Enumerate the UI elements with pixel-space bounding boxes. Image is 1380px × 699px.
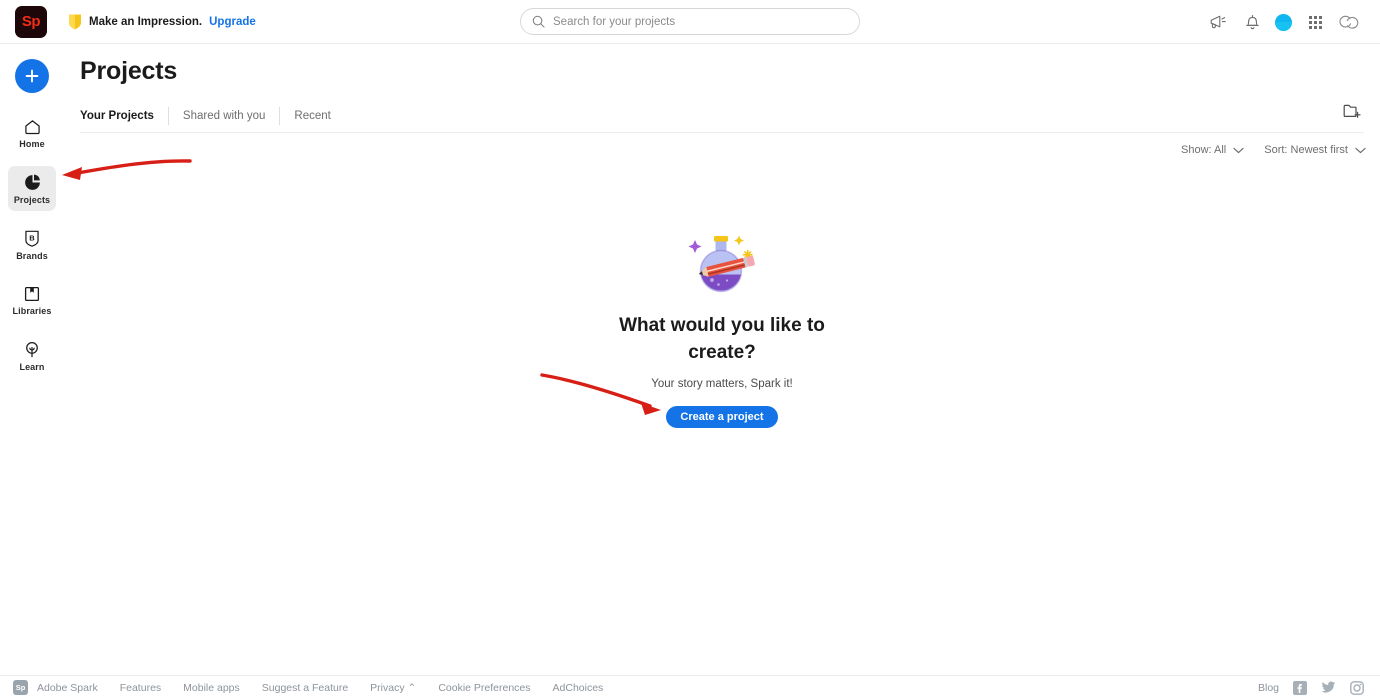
footer-link-cookie-preferences[interactable]: Cookie Preferences	[438, 682, 530, 694]
upgrade-promo[interactable]: Make an Impression. Upgrade	[68, 13, 256, 30]
sidebar-item-learn[interactable]: Learn	[8, 333, 56, 378]
sidebar-item-home[interactable]: Home	[8, 111, 56, 155]
footer-spark-logo: Sp	[13, 680, 28, 695]
footer-link-adobe-spark[interactable]: Adobe Spark	[37, 682, 98, 694]
app-grid-icon[interactable]	[1304, 11, 1326, 33]
search-input[interactable]	[553, 15, 823, 28]
filter-controls: Show: All Sort: Newest first	[1181, 144, 1366, 156]
footer-social: Blog	[1258, 680, 1364, 695]
sort-filter-dropdown[interactable]: Sort: Newest first	[1264, 144, 1366, 156]
tab-shared-with-you[interactable]: Shared with you	[169, 109, 279, 123]
footer-link-features[interactable]: Features	[120, 682, 161, 694]
shield-icon	[69, 14, 81, 30]
bell-icon[interactable]	[1241, 11, 1263, 33]
libraries-book-icon	[24, 286, 40, 302]
upgrade-link[interactable]: Upgrade	[209, 16, 256, 28]
promo-text: Make an Impression.	[89, 15, 203, 28]
sidebar-item-label: Home	[19, 139, 45, 149]
projects-icon	[24, 174, 40, 190]
sidebar-item-libraries[interactable]: Libraries	[8, 278, 56, 322]
search-box[interactable]	[520, 8, 860, 35]
user-avatar[interactable]	[1275, 13, 1292, 31]
adobe-spark-logo[interactable]: Sp	[15, 5, 47, 38]
create-new-plus-button[interactable]	[15, 59, 49, 93]
svg-text:B: B	[29, 234, 35, 243]
sidebar-item-label: Brands	[16, 251, 48, 261]
show-filter-label: Show: All	[1181, 144, 1227, 156]
footer-link-privacy[interactable]: Privacy ⌃	[370, 682, 416, 694]
footer-link-suggest-a-feature[interactable]: Suggest a Feature	[262, 682, 348, 694]
main-content: Projects Your Projects Shared with you R…	[64, 44, 1380, 675]
brands-shield-icon: B	[25, 230, 39, 247]
sidebar-item-label: Libraries	[12, 306, 52, 316]
tab-recent[interactable]: Recent	[280, 109, 344, 123]
footer-link-adchoices[interactable]: AdChoices	[553, 682, 604, 694]
footer-links: Sp Adobe Spark Features Mobile apps Sugg…	[13, 680, 603, 695]
sidebar-item-label: Projects	[13, 195, 51, 205]
left-sidebar: Home Projects B Brands Libraries Learn	[0, 44, 64, 675]
empty-state: What would you like to create? Your stor…	[64, 230, 1380, 428]
twitter-icon[interactable]	[1321, 681, 1336, 694]
show-filter-dropdown[interactable]: Show: All	[1181, 144, 1244, 156]
chevron-down-icon	[1355, 147, 1366, 153]
footer: Sp Adobe Spark Features Mobile apps Sugg…	[0, 675, 1380, 699]
megaphone-icon[interactable]	[1207, 11, 1229, 33]
create-a-project-button[interactable]: Create a project	[666, 406, 778, 428]
empty-state-title: What would you like to create?	[619, 315, 825, 363]
footer-link-blog[interactable]: Blog	[1258, 682, 1279, 694]
chevron-down-icon	[1233, 147, 1244, 153]
tab-your-projects[interactable]: Your Projects	[80, 109, 168, 123]
flask-and-pencil-illustration	[688, 235, 755, 293]
top-bar: Sp Make an Impression. Upgrade	[0, 0, 1380, 44]
facebook-icon[interactable]	[1293, 680, 1307, 695]
top-bar-icons	[1207, 0, 1360, 44]
tab-bar-divider	[80, 132, 1364, 133]
sidebar-item-projects[interactable]: Projects	[8, 166, 56, 211]
new-folder-icon[interactable]	[1341, 100, 1363, 122]
search-container	[520, 8, 860, 35]
learn-lightbulb-icon	[26, 341, 38, 358]
sort-filter-label: Sort: Newest first	[1264, 144, 1348, 156]
search-icon	[532, 15, 545, 28]
footer-link-mobile-apps[interactable]: Mobile apps	[183, 682, 240, 694]
empty-state-subtitle: Your story matters, Spark it!	[651, 378, 793, 390]
sidebar-item-brands[interactable]: B Brands	[8, 222, 56, 267]
page-title: Projects	[80, 57, 178, 85]
tab-bar: Your Projects Shared with you Recent	[80, 100, 345, 131]
sidebar-item-label: Learn	[19, 362, 45, 372]
home-icon	[24, 120, 40, 135]
creative-cloud-icon[interactable]	[1338, 11, 1360, 33]
instagram-icon[interactable]	[1350, 680, 1364, 695]
